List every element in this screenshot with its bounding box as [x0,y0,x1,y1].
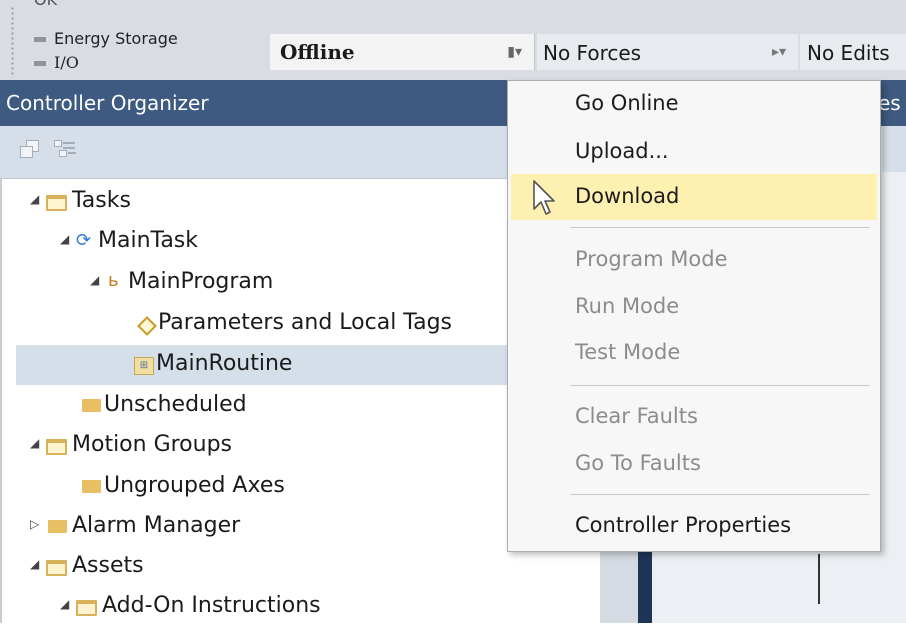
menu-item-label: Run Mode [575,294,680,318]
menu-item-label: Controller Properties [575,513,792,537]
menu-item-run-mode: Run Mode [508,284,880,330]
status-toolbar: OK Energy Storage I/O Offline ▮▾ No Forc… [0,0,906,80]
tree-item-assets[interactable]: ◢ Assets [2,547,602,587]
folder-open-icon [76,600,97,616]
folder-icon [82,480,101,493]
expand-arrow-icon[interactable]: ◢ [60,597,69,611]
menu-item-program-mode: Program Mode [508,237,880,283]
tree-item-label: Motion Groups [72,432,233,457]
tree-item-add-on-instructions[interactable]: ◢ Add-On Instructions [2,587,602,627]
tree-item-label: Tasks [72,188,131,213]
collapse-all-icon[interactable] [20,140,42,160]
controller-organizer-title: Controller Organizer [6,91,209,115]
forces-value: No Forces [543,41,642,65]
menu-item-test-mode: Test Mode [508,330,880,376]
menu-item-label: Download [575,184,680,208]
expand-arrow-icon[interactable]: ◢ [30,192,39,206]
forces-dropdown-icon[interactable]: ▸▾ [772,44,786,60]
tree-item-label: Unscheduled [104,392,247,417]
tree-item-label: MainRoutine [156,351,293,376]
expand-arrow-icon[interactable]: ◢ [30,557,39,571]
menu-item-upload[interactable]: Upload... [508,129,880,175]
menu-item-label: Go Online [575,91,679,115]
tree-item-label: Alarm Manager [72,513,241,538]
menu-item-label: Program Mode [575,247,728,271]
menu-item-controller-properties[interactable]: Controller Properties [508,503,880,549]
menu-separator [570,494,870,495]
expand-arrow-icon[interactable]: ◢ [60,232,69,246]
mouse-pointer-icon [533,180,555,215]
status-led-icon [34,37,46,42]
folder-open-icon [46,195,67,211]
expand-arrow-icon[interactable]: ◢ [30,436,39,450]
ladder-rung-line [818,554,820,604]
status-ok: OK [34,0,57,9]
task-icon: ⟳ [76,230,92,251]
expand-arrow-icon[interactable]: ◢ [90,273,99,287]
status-ok-label: OK [34,0,57,9]
menu-item-go-to-faults: Go To Faults [508,441,880,487]
controller-mode-value: Offline [280,40,355,64]
menu-separator [570,385,870,386]
folder-open-icon [46,439,67,455]
menu-item-clear-faults: Clear Faults [508,394,880,440]
expand-all-icon[interactable] [54,140,76,160]
collapsed-arrow-icon[interactable]: ▷ [30,517,39,531]
status-led-icon [34,61,46,66]
tree-item-label: Ungrouped Axes [104,473,285,498]
routine-icon: ⊞ [134,357,154,375]
tree-item-label: Parameters and Local Tags [158,310,453,335]
controller-status-menu: Go Online Upload... Download Program Mod… [507,80,881,552]
controller-mode-dropdown[interactable]: Offline ▮▾ [270,34,535,70]
controller-status-panel: OK Energy Storage I/O [14,0,259,80]
status-io: I/O [34,53,79,72]
menu-item-go-online[interactable]: Go Online [508,81,880,127]
edits-dropdown[interactable]: No Edits [800,34,906,70]
mode-dropdown-icon[interactable]: ▮▾ [507,44,522,60]
editor-tab-title[interactable]: es [878,91,901,115]
tree-item-label: Assets [72,553,144,578]
menu-item-label: Clear Faults [575,404,698,428]
status-energy-storage: Energy Storage [34,29,178,48]
folder-icon [82,399,101,412]
tree-item-label: Add-On Instructions [102,593,321,618]
folder-open-icon [46,560,67,576]
io-label: I/O [54,53,79,72]
forces-dropdown[interactable]: No Forces ▸▾ [537,34,798,70]
tag-icon [137,316,157,336]
editor-toolbar [882,126,906,172]
menu-item-label: Go To Faults [575,451,701,475]
program-icon: ь [108,270,119,291]
menu-item-label: Upload... [575,139,669,163]
energy-storage-label: Energy Storage [54,29,178,48]
tree-item-label: MainProgram [128,269,274,294]
menu-separator [570,227,870,228]
edits-value: No Edits [807,41,890,65]
menu-item-download[interactable]: Download [511,174,877,220]
folder-icon [48,520,67,533]
tree-item-label: MainTask [98,228,198,253]
menu-item-label: Test Mode [575,340,681,364]
